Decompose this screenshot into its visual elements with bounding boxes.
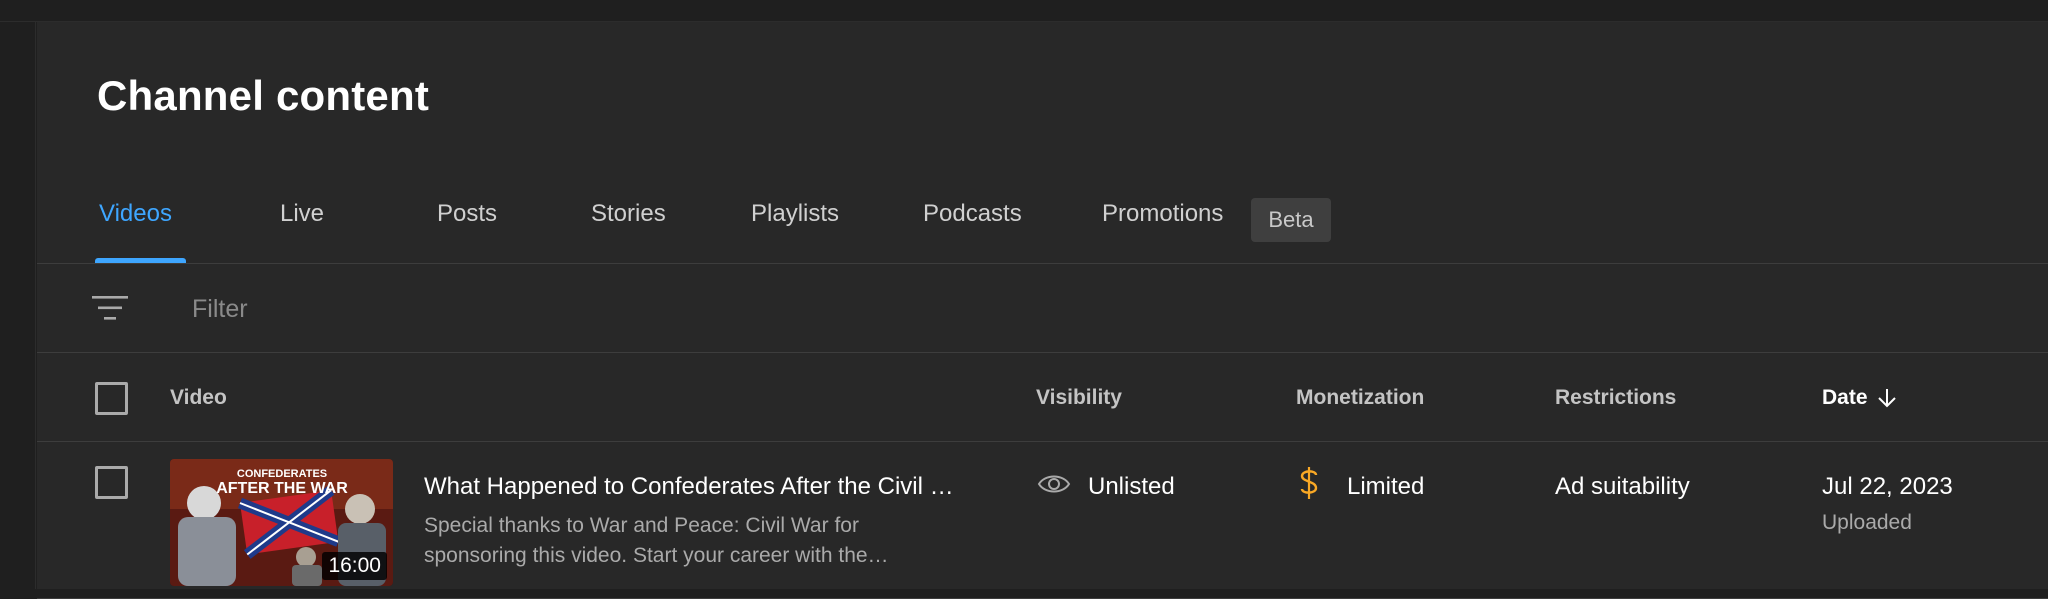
filter-icon[interactable] <box>92 293 128 323</box>
video-title[interactable]: What Happened to Confederates After the … <box>424 473 964 501</box>
dollar-icon <box>1300 467 1318 499</box>
video-description: Special thanks to War and Peace: Civil W… <box>424 514 889 567</box>
top-bar <box>0 0 2048 22</box>
table-header: Video Visibility Monetization Restrictio… <box>37 354 2048 442</box>
beta-badge: Beta <box>1251 198 1331 242</box>
filter-input[interactable] <box>192 289 792 329</box>
video-duration: 16:00 <box>322 552 387 580</box>
monetization-value[interactable]: Limited <box>1347 473 1424 501</box>
column-header-restrictions[interactable]: Restrictions <box>1555 386 1676 410</box>
column-header-video: Video <box>170 386 227 409</box>
thumbnail-text-top: CONFEDERATES <box>237 468 327 480</box>
page-title: Channel content <box>97 72 430 119</box>
content-tabs: Videos Live Posts Stories Playlists Podc… <box>37 174 2048 264</box>
video-thumbnail[interactable]: CONFEDERATES AFTER THE WAR 16:00 <box>170 459 393 586</box>
select-all-checkbox[interactable] <box>95 382 128 415</box>
left-nav-rail <box>0 22 36 589</box>
channel-content-panel: Channel content Videos Live Posts Storie… <box>37 22 2048 599</box>
column-header-monetization[interactable]: Monetization <box>1296 386 1424 410</box>
visibility-value[interactable]: Unlisted <box>1088 473 1175 501</box>
tab-promotions[interactable]: Promotions <box>1102 200 1223 228</box>
active-tab-indicator <box>95 258 186 263</box>
arrow-down-icon <box>1877 389 1896 408</box>
eye-icon <box>1037 475 1071 493</box>
thumbnail-text-main: AFTER THE WAR <box>216 480 348 497</box>
column-header-date-label: Date <box>1822 386 1868 409</box>
tab-playlists[interactable]: Playlists <box>751 200 839 228</box>
table-row[interactable]: CONFEDERATES AFTER THE WAR 16:00 What Ha… <box>37 443 2048 599</box>
row-checkbox[interactable] <box>95 466 128 499</box>
column-header-visibility[interactable]: Visibility <box>1036 386 1122 410</box>
tab-live[interactable]: Live <box>280 200 324 228</box>
tab-podcasts[interactable]: Podcasts <box>923 200 1022 228</box>
tab-posts[interactable]: Posts <box>437 200 497 228</box>
tab-stories[interactable]: Stories <box>591 200 666 228</box>
column-header-date[interactable]: Date <box>1822 386 1898 410</box>
tab-videos[interactable]: Videos <box>99 200 172 228</box>
date-status: Uploaded <box>1822 511 1912 534</box>
date-value: Jul 22, 2023 <box>1822 473 1953 500</box>
filter-bar <box>37 265 2048 353</box>
restrictions-value[interactable]: Ad suitability <box>1555 473 1690 501</box>
